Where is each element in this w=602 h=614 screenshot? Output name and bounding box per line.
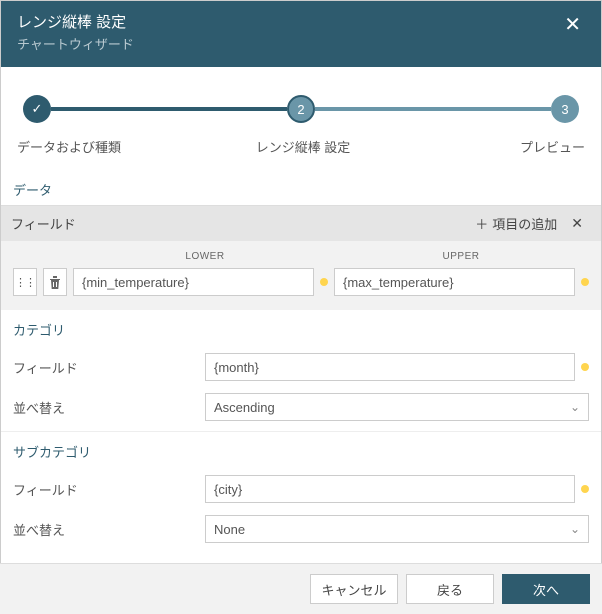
category-field-input[interactable] (205, 353, 575, 381)
select-value: None (214, 522, 245, 537)
dialog-subtitle: チャートウィザード (17, 34, 134, 53)
chevron-down-icon: ⌄ (570, 400, 580, 414)
upper-field-input[interactable] (334, 268, 575, 296)
section-subcategory-title: サブカテゴリ (13, 442, 589, 469)
plus-icon: ＋ (475, 214, 488, 233)
chevron-down-icon: ⌄ (570, 522, 580, 536)
next-button[interactable]: 次へ (502, 574, 590, 604)
select-value: Ascending (214, 400, 275, 415)
trash-icon (49, 276, 61, 289)
dialog-footer: キャンセル 戻る 次へ (0, 563, 602, 614)
step-labels: データおよび種類 レンジ縦棒 設定 プレビュー (1, 133, 601, 174)
step-2[interactable]: 2 (287, 95, 315, 123)
field-row: ⋮⋮ (13, 268, 589, 296)
stepper-bar (51, 107, 287, 111)
subcategory-field-input[interactable] (205, 475, 575, 503)
add-item-label: 項目の追加 (492, 214, 557, 233)
column-upper-header: UPPER (333, 251, 589, 262)
drag-handle-icon[interactable]: ⋮⋮ (13, 268, 37, 296)
section-data-title: データ (1, 174, 601, 206)
status-dot-icon (581, 485, 589, 493)
step-1[interactable] (23, 95, 51, 123)
dialog-header: レンジ縦棒 設定 チャートウィザード ✕ (1, 1, 601, 67)
step-1-label: データおよび種類 (17, 137, 121, 156)
step-2-label: レンジ縦棒 設定 (121, 137, 485, 156)
subcategory-sort-label: 並べ替え (13, 520, 205, 539)
delete-row-button[interactable] (43, 268, 67, 296)
close-button[interactable]: ✕ (560, 11, 585, 39)
wizard-stepper: 2 3 (1, 67, 601, 133)
status-dot-icon (320, 278, 328, 286)
cancel-button[interactable]: キャンセル (310, 574, 398, 604)
status-dot-icon (581, 363, 589, 371)
check-icon (32, 101, 43, 117)
column-lower-header: LOWER (77, 251, 333, 262)
fields-body: LOWER UPPER ⋮⋮ (1, 241, 601, 310)
category-section: カテゴリ フィールド 並べ替え Ascending ⌄ (1, 310, 601, 432)
category-sort-label: 並べ替え (13, 398, 205, 417)
add-item-button[interactable]: ＋ 項目の追加 (469, 212, 563, 235)
subcategory-field-label: フィールド (13, 480, 205, 499)
back-button[interactable]: 戻る (406, 574, 494, 604)
lower-field-input[interactable] (73, 268, 314, 296)
dialog-title: レンジ縦棒 設定 (17, 11, 134, 32)
collapse-button[interactable]: ✕ (563, 213, 591, 234)
category-field-label: フィールド (13, 358, 205, 377)
category-sort-select[interactable]: Ascending ⌄ (205, 393, 589, 421)
step-3[interactable]: 3 (551, 95, 579, 123)
fields-label: フィールド (11, 214, 469, 233)
section-category-title: カテゴリ (13, 320, 589, 347)
step-3-label: プレビュー (485, 137, 585, 156)
fields-header: フィールド ＋ 項目の追加 ✕ (1, 206, 601, 241)
subcategory-section: サブカテゴリ フィールド 並べ替え None ⌄ (1, 432, 601, 553)
stepper-bar (315, 107, 551, 111)
status-dot-icon (581, 278, 589, 286)
subcategory-sort-select[interactable]: None ⌄ (205, 515, 589, 543)
